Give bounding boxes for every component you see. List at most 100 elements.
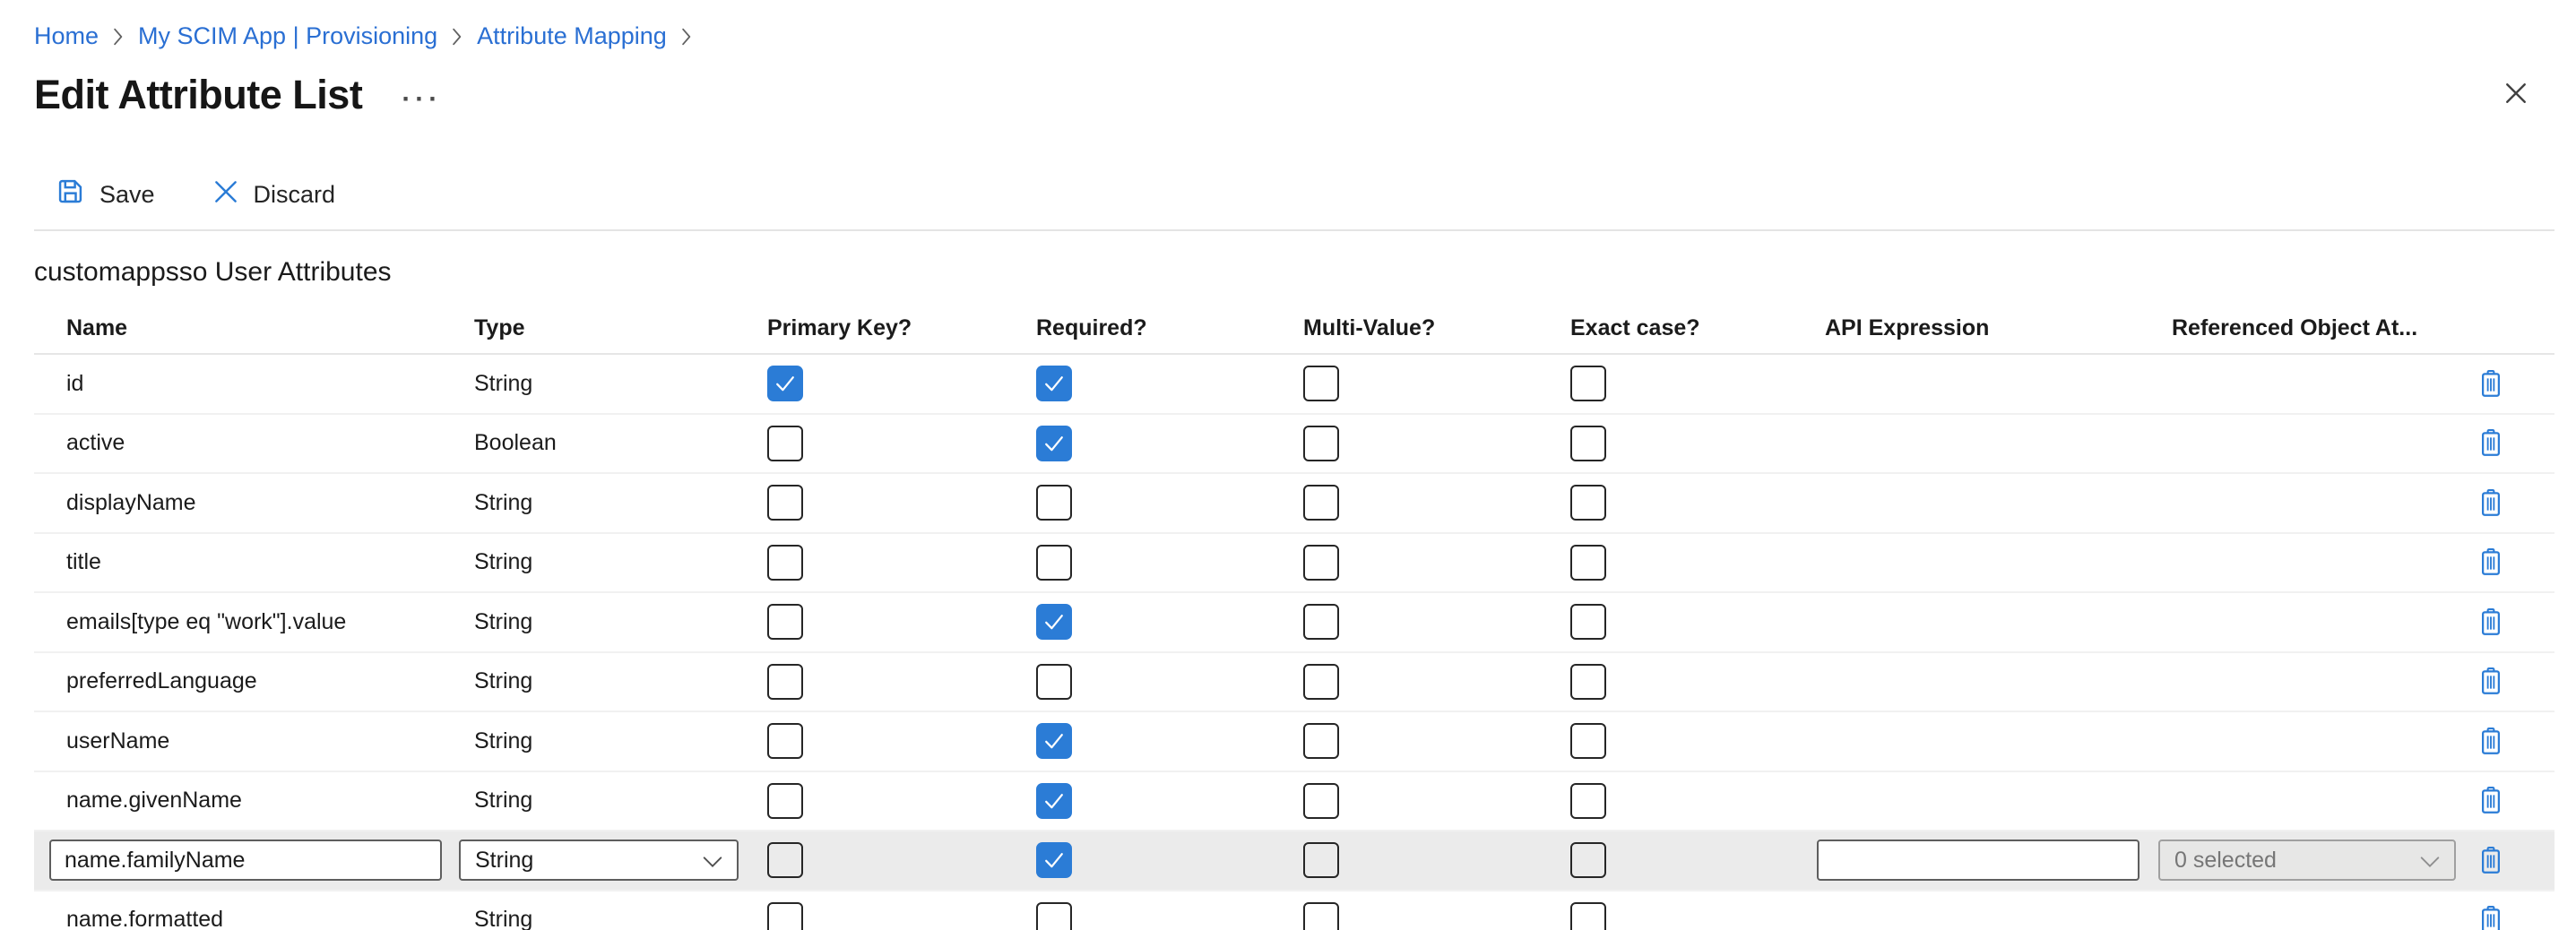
breadcrumb-link[interactable]: Attribute Mapping [477,22,667,50]
delete-attribute-button[interactable] [2477,487,2504,520]
exact-case-checkbox[interactable] [1570,902,1606,930]
required-checkbox[interactable] [1036,604,1072,640]
exact-case-checkbox[interactable] [1570,664,1606,700]
attribute-name: active [66,430,125,455]
delete-attribute-button[interactable] [2477,546,2504,579]
close-icon [2500,77,2532,112]
attribute-row: emails[type eq "work"].value String [34,593,2554,653]
primary-key-checkbox[interactable] [767,783,803,819]
overflow-menu-button[interactable]: ··· [402,90,442,108]
column-header: API Expression [1811,315,2151,341]
attribute-type: String [474,907,532,930]
attribute-type: String [474,490,532,515]
multi-value-checkbox[interactable] [1303,485,1339,521]
multi-value-checkbox[interactable] [1303,366,1339,401]
chevron-right-icon [681,28,692,46]
delete-attribute-button[interactable] [2477,844,2504,877]
multi-value-checkbox[interactable] [1303,604,1339,640]
attribute-name: id [66,371,83,396]
attribute-type: String [474,728,532,753]
check-icon [1042,431,1067,456]
attribute-row: idString [34,355,2554,415]
check-icon [1042,371,1067,396]
required-checkbox[interactable] [1036,664,1072,700]
delete-attribute-button[interactable] [2477,367,2504,400]
attribute-table-body: idStringactiveBooleandisplayNameStringti… [34,355,2554,930]
attribute-table-header: NameTypePrimary Key?Required?Multi-Value… [34,303,2554,355]
exact-case-checkbox[interactable] [1570,842,1606,878]
attribute-name: displayName [66,490,196,515]
exact-case-checkbox[interactable] [1570,545,1606,581]
breadcrumb-link[interactable]: Home [34,22,99,50]
primary-key-checkbox[interactable] [767,902,803,930]
column-header: Exact case? [1563,315,1811,341]
title-row: Edit Attribute List ··· [34,70,2576,120]
column-header: Primary Key? [760,315,1029,341]
trash-icon [2477,606,2504,639]
delete-attribute-button[interactable] [2477,903,2504,930]
primary-key-checkbox[interactable] [767,723,803,759]
delete-attribute-button[interactable] [2477,665,2504,698]
trash-icon [2477,844,2504,877]
exact-case-checkbox[interactable] [1570,366,1606,401]
api-expression-input[interactable] [1817,840,2139,881]
attribute-name: userName [66,728,169,753]
required-checkbox[interactable] [1036,485,1072,521]
primary-key-checkbox[interactable] [767,664,803,700]
breadcrumb: Home My SCIM App | Provisioning Attribute … [0,0,2576,50]
multi-value-checkbox[interactable] [1303,664,1339,700]
edit-attribute-list-blade: Home My SCIM App | Provisioning Attribute … [0,0,2576,930]
referenced-object-select[interactable]: 0 selected [2158,840,2456,881]
save-icon [54,175,87,214]
column-header: Type [459,315,760,341]
primary-key-checkbox[interactable] [767,604,803,640]
delete-attribute-button[interactable] [2477,426,2504,460]
required-checkbox[interactable] [1036,723,1072,759]
exact-case-checkbox[interactable] [1570,485,1606,521]
delete-attribute-button[interactable] [2477,784,2504,817]
required-checkbox[interactable] [1036,783,1072,819]
multi-value-checkbox[interactable] [1303,842,1339,878]
attribute-row: name.formattedString [34,891,2554,930]
discard-button[interactable]: Discard [203,177,343,213]
multi-value-checkbox[interactable] [1303,545,1339,581]
check-icon [1042,848,1067,873]
breadcrumb-link[interactable]: My SCIM App | Provisioning [138,22,437,50]
required-checkbox[interactable] [1036,366,1072,401]
referenced-object-selected-value: 0 selected [2174,848,2277,874]
exact-case-checkbox[interactable] [1570,604,1606,640]
required-checkbox[interactable] [1036,545,1072,581]
primary-key-checkbox[interactable] [767,366,803,401]
primary-key-checkbox[interactable] [767,426,803,461]
attribute-type: String [474,609,532,634]
chevron-right-icon [452,28,462,46]
exact-case-checkbox[interactable] [1570,783,1606,819]
required-checkbox[interactable] [1036,902,1072,930]
toolbar-divider [34,229,2554,231]
attribute-row: titleString [34,534,2554,594]
close-button[interactable] [2497,75,2535,113]
delete-attribute-button[interactable] [2477,725,2504,758]
exact-case-checkbox[interactable] [1570,426,1606,461]
exact-case-checkbox[interactable] [1570,723,1606,759]
attribute-type-select[interactable]: String [459,840,739,881]
multi-value-checkbox[interactable] [1303,426,1339,461]
save-button[interactable]: Save [47,175,162,214]
primary-key-checkbox[interactable] [767,545,803,581]
attribute-name: name.givenName [66,788,242,813]
trash-icon [2477,903,2504,930]
multi-value-checkbox[interactable] [1303,902,1339,930]
attribute-name: emails[type eq "work"].value [66,609,346,634]
attribute-row: userName String [34,712,2554,772]
trash-icon [2477,546,2504,579]
primary-key-checkbox[interactable] [767,485,803,521]
chevron-right-icon [113,28,124,46]
primary-key-checkbox[interactable] [767,842,803,878]
required-checkbox[interactable] [1036,842,1072,878]
delete-attribute-button[interactable] [2477,606,2504,639]
required-checkbox[interactable] [1036,426,1072,461]
multi-value-checkbox[interactable] [1303,723,1339,759]
attribute-name-input[interactable] [49,840,442,881]
multi-value-checkbox[interactable] [1303,783,1339,819]
attribute-type-selected-value: String [475,848,533,874]
